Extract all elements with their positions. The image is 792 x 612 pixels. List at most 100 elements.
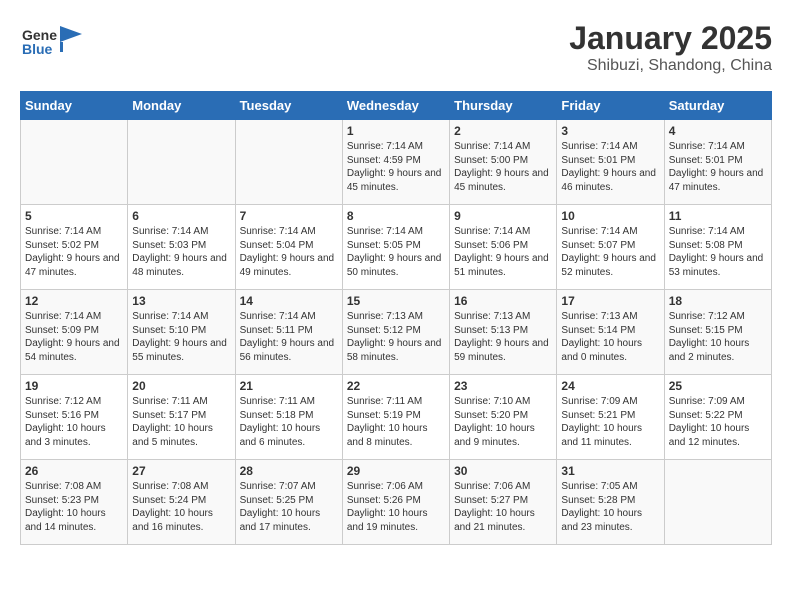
day-info: Sunrise: 7:12 AM Sunset: 5:16 PM Dayligh… [25,395,123,449]
calendar-cell: 20Sunrise: 7:11 AM Sunset: 5:17 PM Dayli… [128,375,235,460]
calendar-body: 1 Sunrise: 7:14 AM Sunset: 4:59 PM Daylig… [21,120,772,545]
day-number: 19 [25,379,123,393]
day-number: 4 [669,124,767,138]
day-info: Sunrise: 7:14 AM Sunset: 5:09 PM Dayligh… [25,310,123,364]
day-info: Sunrise: 7:14 AM Sunset: 5:01 PM Dayligh… [669,140,767,194]
calendar-cell [128,120,235,205]
day-info: Sunrise: 7:14 AM Sunset: 5:05 PM Dayligh… [347,225,445,279]
day-info: Sunrise: 7:13 AM Sunset: 5:12 PM Dayligh… [347,310,445,364]
calendar-week-row: 1 Sunrise: 7:14 AM Sunset: 4:59 PM Daylig… [21,120,772,205]
day-info: Sunrise: 7:14 AM Sunset: 5:00 PM Dayligh… [454,140,552,194]
day-info: Sunrise: 7:14 AM Sunset: 5:04 PM Dayligh… [240,225,338,279]
day-number: 18 [669,294,767,308]
calendar-cell: 21Sunrise: 7:11 AM Sunset: 5:18 PM Dayli… [235,375,342,460]
calendar-cell: 25Sunrise: 7:09 AM Sunset: 5:22 PM Dayli… [664,375,771,460]
logo-icon: General Blue [20,20,58,58]
day-number: 26 [25,464,123,478]
day-info: Sunrise: 7:08 AM Sunset: 5:24 PM Dayligh… [132,480,230,534]
calendar-cell: 26Sunrise: 7:08 AM Sunset: 5:23 PM Dayli… [21,460,128,545]
calendar-cell: 1 Sunrise: 7:14 AM Sunset: 4:59 PM Daylig… [342,120,449,205]
day-of-week-header: Friday [557,92,664,120]
day-info: Sunrise: 7:14 AM Sunset: 5:06 PM Dayligh… [454,225,552,279]
day-info: Sunrise: 7:14 AM Sunset: 5:10 PM Dayligh… [132,310,230,364]
calendar-cell: 18 Sunrise: 7:12 AM Sunset: 5:15 PM Dayli… [664,290,771,375]
calendar-cell: 2Sunrise: 7:14 AM Sunset: 5:00 PM Daylig… [450,120,557,205]
calendar-cell: 24Sunrise: 7:09 AM Sunset: 5:21 PM Dayli… [557,375,664,460]
calendar-cell: 13 Sunrise: 7:14 AM Sunset: 5:10 PM Dayli… [128,290,235,375]
day-info: Sunrise: 7:14 AM Sunset: 4:59 PM Dayligh… [347,140,445,194]
calendar-cell: 28Sunrise: 7:07 AM Sunset: 5:25 PM Dayli… [235,460,342,545]
day-info: Sunrise: 7:10 AM Sunset: 5:20 PM Dayligh… [454,395,552,449]
day-number: 14 [240,294,338,308]
day-number: 7 [240,209,338,223]
page-subtitle: Shibuzi, Shandong, China [569,57,772,75]
calendar-cell: 29 Sunrise: 7:06 AM Sunset: 5:26 PM Dayli… [342,460,449,545]
day-of-week-header: Wednesday [342,92,449,120]
day-number: 22 [347,379,445,393]
calendar-cell: 10 Sunrise: 7:14 AM Sunset: 5:07 PM Dayli… [557,205,664,290]
day-number: 9 [454,209,552,223]
day-info: Sunrise: 7:11 AM Sunset: 5:19 PM Dayligh… [347,395,445,449]
calendar-cell: 22 Sunrise: 7:11 AM Sunset: 5:19 PM Dayli… [342,375,449,460]
day-of-week-header: Tuesday [235,92,342,120]
day-info: Sunrise: 7:06 AM Sunset: 5:27 PM Dayligh… [454,480,552,534]
day-number: 17 [561,294,659,308]
calendar-cell: 6Sunrise: 7:14 AM Sunset: 5:03 PM Daylig… [128,205,235,290]
calendar-cell: 3Sunrise: 7:14 AM Sunset: 5:01 PM Daylig… [557,120,664,205]
calendar-cell: 27 Sunrise: 7:08 AM Sunset: 5:24 PM Dayli… [128,460,235,545]
day-number: 21 [240,379,338,393]
day-number: 29 [347,464,445,478]
day-info: Sunrise: 7:12 AM Sunset: 5:15 PM Dayligh… [669,310,767,364]
day-of-week-header: Thursday [450,92,557,120]
calendar-cell [664,460,771,545]
day-of-week-header: Saturday [664,92,771,120]
day-number: 16 [454,294,552,308]
calendar-cell: 15 Sunrise: 7:13 AM Sunset: 5:12 PM Dayli… [342,290,449,375]
day-info: Sunrise: 7:13 AM Sunset: 5:13 PM Dayligh… [454,310,552,364]
day-number: 31 [561,464,659,478]
day-number: 27 [132,464,230,478]
calendar-cell: 12 Sunrise: 7:14 AM Sunset: 5:09 PM Dayli… [21,290,128,375]
calendar-week-row: 5 Sunrise: 7:14 AM Sunset: 5:02 PM Daylig… [21,205,772,290]
day-number: 5 [25,209,123,223]
day-info: Sunrise: 7:14 AM Sunset: 5:02 PM Dayligh… [25,225,123,279]
page-header: General Blue January 2025 Shibuzi, Shand… [20,20,772,75]
day-info: Sunrise: 7:13 AM Sunset: 5:14 PM Dayligh… [561,310,659,364]
day-info: Sunrise: 7:14 AM Sunset: 5:08 PM Dayligh… [669,225,767,279]
day-number: 11 [669,209,767,223]
calendar-cell: 11 Sunrise: 7:14 AM Sunset: 5:08 PM Dayli… [664,205,771,290]
page-title: January 2025 [569,20,772,57]
day-number: 12 [25,294,123,308]
day-info: Sunrise: 7:06 AM Sunset: 5:26 PM Dayligh… [347,480,445,534]
calendar-cell: 19 Sunrise: 7:12 AM Sunset: 5:16 PM Dayli… [21,375,128,460]
calendar-cell: 4 Sunrise: 7:14 AM Sunset: 5:01 PM Daylig… [664,120,771,205]
calendar-cell: 9 Sunrise: 7:14 AM Sunset: 5:06 PM Daylig… [450,205,557,290]
day-info: Sunrise: 7:09 AM Sunset: 5:21 PM Dayligh… [561,395,659,449]
day-info: Sunrise: 7:05 AM Sunset: 5:28 PM Dayligh… [561,480,659,534]
day-number: 10 [561,209,659,223]
day-number: 15 [347,294,445,308]
day-info: Sunrise: 7:14 AM Sunset: 5:07 PM Dayligh… [561,225,659,279]
calendar-cell: 30 Sunrise: 7:06 AM Sunset: 5:27 PM Dayli… [450,460,557,545]
calendar-cell: 17 Sunrise: 7:13 AM Sunset: 5:14 PM Dayli… [557,290,664,375]
day-number: 1 [347,124,445,138]
calendar-week-row: 19 Sunrise: 7:12 AM Sunset: 5:16 PM Dayli… [21,375,772,460]
day-info: Sunrise: 7:14 AM Sunset: 5:03 PM Dayligh… [132,225,230,279]
day-info: Sunrise: 7:11 AM Sunset: 5:17 PM Dayligh… [132,395,230,449]
calendar-cell: 23 Sunrise: 7:10 AM Sunset: 5:20 PM Dayli… [450,375,557,460]
day-of-week-header: Sunday [21,92,128,120]
title-block: January 2025 Shibuzi, Shandong, China [569,20,772,75]
day-of-week-header: Monday [128,92,235,120]
svg-text:Blue: Blue [22,41,53,57]
logo: General Blue [20,20,82,58]
day-number: 28 [240,464,338,478]
calendar-cell: 14 Sunrise: 7:14 AM Sunset: 5:11 PM Dayli… [235,290,342,375]
day-info: Sunrise: 7:14 AM Sunset: 5:01 PM Dayligh… [561,140,659,194]
calendar-cell: 5 Sunrise: 7:14 AM Sunset: 5:02 PM Daylig… [21,205,128,290]
day-info: Sunrise: 7:14 AM Sunset: 5:11 PM Dayligh… [240,310,338,364]
day-number: 13 [132,294,230,308]
day-number: 30 [454,464,552,478]
day-number: 23 [454,379,552,393]
calendar-week-row: 12 Sunrise: 7:14 AM Sunset: 5:09 PM Dayli… [21,290,772,375]
calendar-cell [21,120,128,205]
